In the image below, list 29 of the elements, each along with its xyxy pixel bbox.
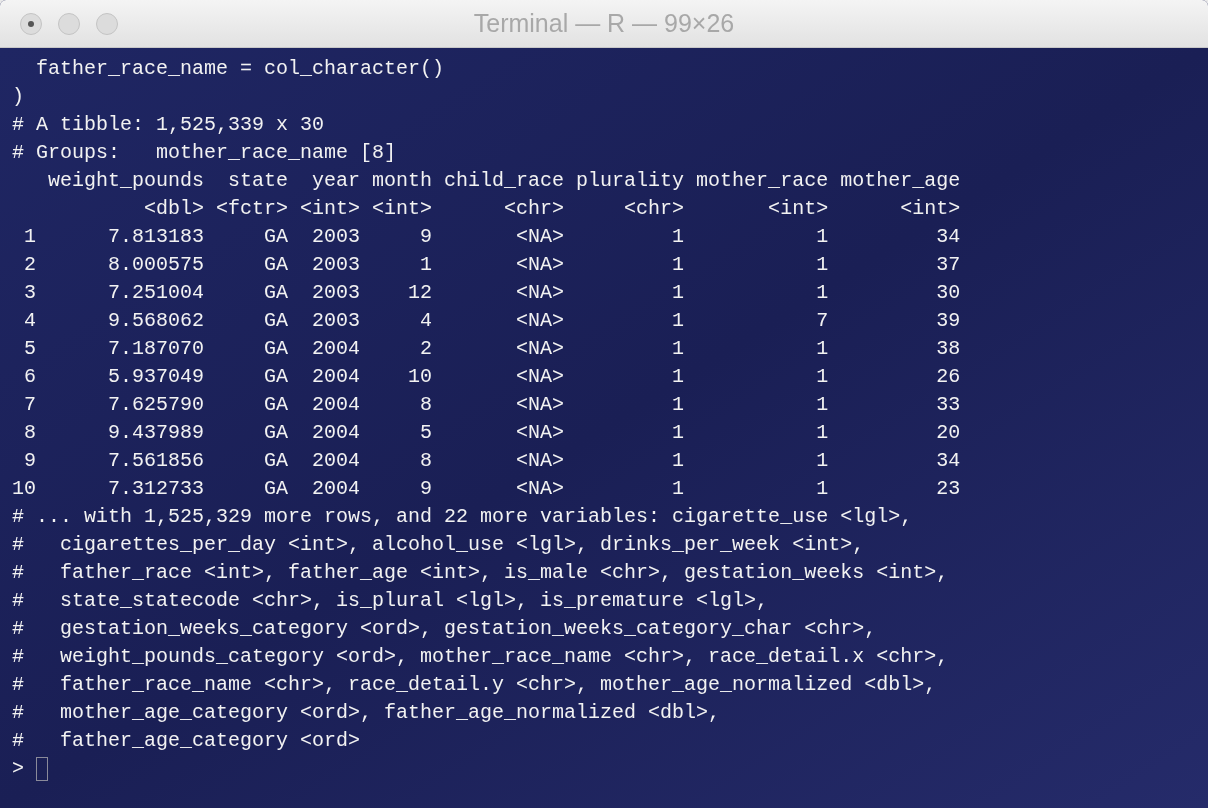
- output-line: # state_statecode <chr>, is_plural <lgl>, is_premature <lgl>,: [12, 588, 769, 614]
- output-line: 7 7.625790 GA 2004 8 <NA> 1 1 33: [23, 392, 961, 418]
- output-line: # father_race_name <chr>, race_detail.y <chr>, mother_age_normalized <dbl>,: [12, 672, 937, 698]
- cursor[interactable]: [36, 757, 48, 781]
- output-line: <dbl> <fctr> <int> <int> <chr> <chr> <int> <int>: [143, 196, 961, 222]
- output-line: # ... with 1,525,329 more rows, and 22 more variables: cigarette_use <lgl>,: [12, 504, 913, 530]
- output-line: ): [12, 84, 24, 110]
- output-line: 9 7.561856 GA 2004 8 <NA> 1 1 34: [23, 448, 961, 474]
- output-line: # gestation_weeks_category <ord>, gestation_weeks_category_char <chr>,: [12, 616, 877, 642]
- output-line: 10 7.312733 GA 2004 9 <NA> 1 1 23: [12, 476, 961, 502]
- window-title: Terminal — R — 99×26: [473, 7, 735, 39]
- output-line: 2 8.000575 GA 2003 1 <NA> 1 1 37: [23, 252, 961, 278]
- output-line: 5 7.187070 GA 2004 2 <NA> 1 1 38: [23, 336, 961, 362]
- output-line: 3 7.251004 GA 2003 12 <NA> 1 1 30: [23, 280, 961, 306]
- output-line: # cigarettes_per_day <int>, alcohol_use <lgl>, drinks_per_week <int>,: [12, 532, 865, 558]
- output-line: 8 9.437989 GA 2004 5 <NA> 1 1 20: [23, 420, 961, 446]
- output-line: # Groups: mother_race_name [8]: [12, 140, 397, 166]
- output-line: 6 5.937049 GA 2004 10 <NA> 1 1 26: [23, 364, 961, 390]
- output-line: # weight_pounds_category <ord>, mother_race_name <chr>, race_detail.x <chr>,: [12, 644, 949, 670]
- output-line: 1 7.813183 GA 2003 9 <NA> 1 1 34: [23, 224, 961, 250]
- close-button[interactable]: [20, 13, 42, 35]
- output-line: # father_race <int>, father_age <int>, is_male <chr>, gestation_weeks <int>,: [12, 560, 949, 586]
- output-line: father_race_name = col_character(): [35, 56, 445, 82]
- output-line: weight_pounds state year month child_race plurality mother_race mother_age: [47, 168, 961, 194]
- prompt: >: [12, 756, 24, 782]
- output-line: 4 9.568062 GA 2003 4 <NA> 1 7 39: [23, 308, 961, 334]
- output-line: # mother_age_category <ord>, father_age_normalized <dbl>,: [12, 700, 721, 726]
- output-line: # father_age_category <ord>: [12, 728, 361, 754]
- output-line: # A tibble: 1,525,339 x 30: [12, 112, 325, 138]
